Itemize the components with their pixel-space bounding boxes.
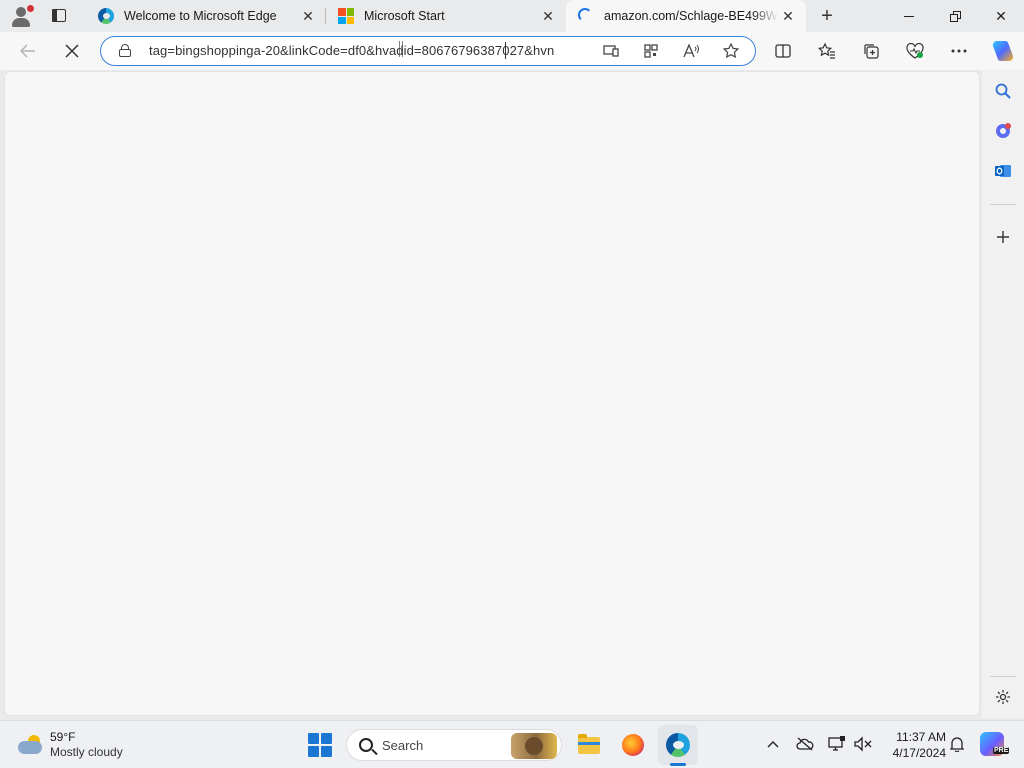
mouse-ibeam-cursor: [399, 41, 403, 57]
sidebar-add-button[interactable]: [990, 224, 1016, 250]
settings-more-button[interactable]: [943, 36, 975, 66]
loading-spinner-icon: [578, 8, 594, 24]
read-aloud-icon[interactable]: [681, 42, 701, 60]
lock-icon[interactable]: [119, 44, 131, 57]
microsoft-icon: [338, 8, 354, 24]
favorites-icon: [818, 43, 835, 59]
copilot-icon: [992, 41, 1014, 61]
favorites-button[interactable]: [811, 36, 843, 66]
restore-icon: [949, 10, 961, 22]
arrow-left-icon: [20, 44, 35, 58]
address-bar[interactable]: tag=bingshoppinga-20&linkCode=df0&hvadid…: [100, 36, 756, 66]
running-indicator: [670, 763, 686, 766]
stop-loading-button[interactable]: [56, 36, 88, 66]
folder-icon: [578, 733, 600, 754]
tab-amazon[interactable]: amazon.com/Schlage-BE499WB- ✕: [566, 0, 806, 32]
microsoft365-icon: [996, 123, 1011, 138]
volume-button[interactable]: [852, 733, 874, 755]
favorite-star-icon[interactable]: [721, 42, 741, 60]
qr-code-icon[interactable]: [641, 42, 661, 60]
page-content-area[interactable]: [4, 71, 980, 716]
edge-sidebar: [982, 70, 1024, 718]
search-placeholder: Search: [382, 738, 424, 753]
address-bar-url[interactable]: tag=bingshoppinga-20&linkCode=df0&hvadid…: [149, 43, 593, 58]
tab-actions-icon[interactable]: [48, 6, 70, 26]
copilot-button[interactable]: [986, 36, 1018, 66]
collections-button[interactable]: [855, 36, 887, 66]
collections-icon: [864, 44, 879, 59]
notifications-button[interactable]: [946, 733, 968, 755]
minimize-button[interactable]: [886, 0, 932, 32]
close-window-button[interactable]: ✕: [978, 0, 1024, 32]
sidebar-microsoft365-button[interactable]: [990, 118, 1016, 144]
sidebar-outlook-button[interactable]: [990, 158, 1016, 184]
search-icon: [359, 738, 373, 752]
navigation-toolbar: tag=bingshoppinga-20&linkCode=df0&hvadid…: [0, 32, 1024, 70]
partly-cloudy-icon: [16, 735, 44, 755]
weather-condition: Mostly cloudy: [50, 745, 123, 759]
show-hidden-icons-button[interactable]: [762, 733, 784, 755]
start-button[interactable]: [308, 733, 332, 757]
profile-icon[interactable]: [8, 4, 36, 28]
tab-title: amazon.com/Schlage-BE499WB-: [604, 9, 778, 23]
windows-logo-icon: [308, 733, 319, 744]
tab-close-button[interactable]: ✕: [538, 6, 558, 26]
browser-essentials-button[interactable]: [899, 36, 931, 66]
sidebar-divider: [990, 676, 1016, 677]
weather-widget[interactable]: 59°F Mostly cloudy: [16, 729, 166, 763]
search-icon: [995, 83, 1011, 99]
text-caret: [505, 42, 506, 59]
firefox-icon: [622, 734, 644, 756]
heart-pulse-icon: [906, 43, 924, 59]
tab-microsoft-start[interactable]: Microsoft Start ✕: [326, 0, 566, 32]
taskbar-search-box[interactable]: Search: [346, 729, 562, 761]
tab-welcome[interactable]: Welcome to Microsoft Edge ✕: [86, 0, 326, 32]
sidebar-divider: [990, 204, 1016, 205]
windows-taskbar: 59°F Mostly cloudy Search 11:37 AM 4/17/…: [0, 720, 1024, 768]
tab-close-button[interactable]: ✕: [298, 6, 318, 26]
plus-icon: [997, 231, 1009, 243]
tab-strip: Welcome to Microsoft Edge ✕ Microsoft St…: [0, 0, 1024, 32]
stop-icon: [65, 44, 79, 58]
close-icon: ✕: [995, 7, 1007, 24]
sidebar-settings-button[interactable]: [990, 684, 1016, 710]
onedrive-button[interactable]: [794, 733, 816, 755]
split-screen-icon: [775, 44, 791, 58]
file-explorer-button[interactable]: [572, 729, 606, 761]
notification-dot: [27, 5, 34, 12]
tab-title: Microsoft Start: [364, 9, 445, 23]
back-button[interactable]: [12, 36, 44, 66]
system-clock[interactable]: 11:37 AM 4/17/2024: [880, 729, 946, 761]
speaker-muted-icon: [854, 736, 872, 752]
tab-close-button[interactable]: ✕: [778, 6, 798, 26]
network-button[interactable]: [826, 733, 848, 755]
restore-button[interactable]: [932, 0, 978, 32]
edge-icon: [98, 8, 114, 24]
outlook-icon: [995, 165, 1011, 177]
cloud-offline-icon: [796, 737, 814, 751]
app-available-icon[interactable]: [601, 42, 621, 60]
clock-date: 4/17/2024: [892, 746, 946, 760]
minimize-icon: [904, 15, 914, 17]
chevron-up-icon: [767, 741, 779, 748]
sidebar-search-button[interactable]: [990, 78, 1016, 104]
new-tab-button[interactable]: +: [815, 5, 839, 27]
clock-time: 11:37 AM: [896, 730, 946, 744]
more-icon: [951, 49, 967, 53]
search-highlight-image[interactable]: [511, 733, 557, 759]
copilot-preview-badge: PRE: [993, 747, 1010, 754]
tab-title: Welcome to Microsoft Edge: [124, 9, 277, 23]
weather-temperature: 59°F: [50, 730, 76, 744]
bell-icon: [950, 737, 964, 752]
edge-icon: [666, 733, 690, 757]
split-screen-button[interactable]: [767, 36, 799, 66]
monitor-network-icon: [828, 736, 845, 751]
firefox-button[interactable]: [616, 729, 650, 761]
edge-taskbar-button[interactable]: [661, 729, 695, 761]
gear-icon: [996, 690, 1010, 704]
